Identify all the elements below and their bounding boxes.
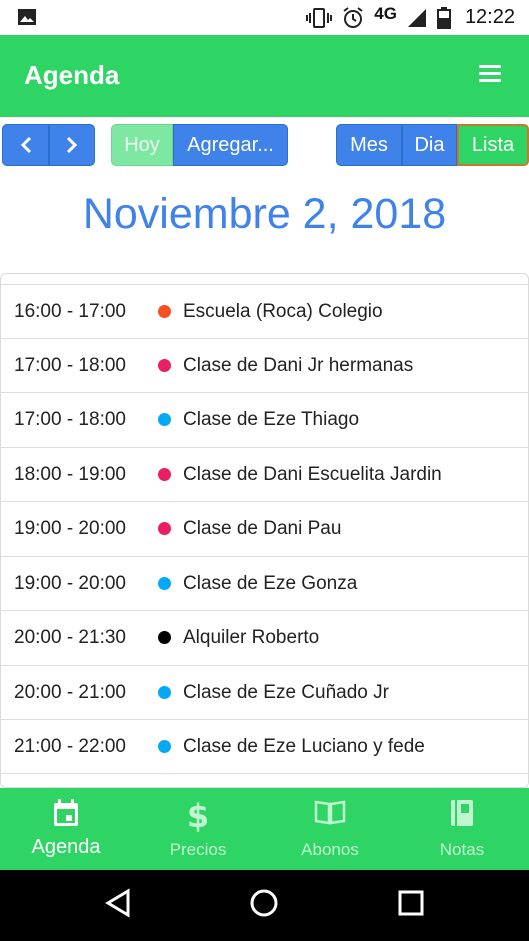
nav-abonos[interactable]: Abonos	[264, 788, 396, 870]
nav-agenda[interactable]: Agenda	[0, 788, 132, 870]
event-title: Clase de Eze Thiago	[183, 408, 360, 430]
prev-button[interactable]	[2, 124, 49, 166]
status-bar: 4G 12:22	[0, 0, 529, 35]
chevron-left-icon	[20, 136, 31, 154]
event-time: 17:00 - 18:00	[14, 408, 126, 430]
today-button[interactable]: Hoy	[111, 124, 173, 166]
list-item[interactable]: 18:00 - 19:00 Clase de Dani Escuelita Ja…	[1, 447, 528, 501]
event-dot	[158, 468, 171, 481]
event-title: Alquiler Roberto	[183, 626, 320, 648]
nav-notas[interactable]: Notas	[396, 788, 528, 870]
event-dot	[158, 305, 171, 318]
event-dot	[158, 522, 171, 535]
list-item[interactable]: 16:00 - 17:00 Escuela (Roca) Colegio	[1, 284, 528, 338]
event-title: Clase de Eze Luciano y fede	[183, 735, 425, 757]
notebook-icon	[451, 800, 473, 826]
list-item[interactable]: 20:00 - 21:30 Alquiler Roberto	[1, 610, 528, 664]
event-title: Clase de Eze Cuñado Jr	[183, 681, 389, 703]
nav-label: Notas	[439, 840, 485, 859]
event-dot	[158, 686, 171, 699]
event-title: Clase de Dani Pau	[183, 517, 342, 539]
view-month-button[interactable]: Mes	[336, 124, 402, 166]
alarm-icon	[343, 6, 363, 28]
network-type: 4G	[374, 3, 397, 23]
view-day-button[interactable]: Dia	[402, 124, 457, 166]
event-dot	[158, 631, 171, 644]
clock: 12:22	[464, 6, 515, 28]
event-time: 17:00 - 18:00	[14, 354, 126, 376]
list-item[interactable]: 21:00 - 22:00 Clase de Eze Luciano y fed…	[1, 719, 528, 773]
event-list: 16:00 - 17:00 Escuela (Roca) Colegio 17:…	[0, 273, 529, 788]
calendar-icon	[54, 799, 78, 826]
svg-text:$: $	[187, 798, 209, 832]
list-item[interactable]: 17:00 - 18:00 Clase de Eze Thiago	[1, 392, 528, 446]
event-time: 19:00 - 20:00	[14, 572, 126, 594]
book-open-icon	[314, 800, 346, 825]
event-dot	[158, 359, 171, 372]
event-time: 18:00 - 19:00	[14, 463, 126, 485]
event-time: 20:00 - 21:00	[14, 681, 126, 703]
nav-label: Abonos	[301, 840, 359, 859]
home-icon[interactable]	[249, 888, 279, 918]
nav-label: Precios	[169, 840, 227, 859]
vibrate-icon	[306, 7, 333, 28]
bottom-nav: Agenda $ Precios Abonos Notas	[0, 788, 529, 870]
signal-icon	[407, 8, 426, 27]
event-time: 21:00 - 22:00	[14, 735, 126, 757]
list-item[interactable]: 19:00 - 20:00 Clase de Dani Pau	[1, 501, 528, 555]
screen: 4G 12:22 Agenda Hoy Agregar... Mes Dia L…	[0, 0, 529, 941]
add-button[interactable]: Agregar...	[173, 124, 288, 166]
event-title: Escuela (Roca) Colegio	[183, 300, 383, 322]
recents-icon[interactable]	[397, 888, 425, 918]
event-time: 16:00 - 17:00	[14, 300, 126, 322]
view-list-button[interactable]: Lista	[457, 124, 529, 166]
list-item	[1, 773, 528, 787]
date-title: Noviembre 2, 2018	[82, 190, 447, 238]
system-nav-bar	[0, 870, 529, 941]
menu-button[interactable]	[479, 65, 501, 85]
app-bar: Agenda	[0, 35, 529, 117]
list-item[interactable]: 19:00 - 20:00 Clase de Eze Gonza	[1, 556, 528, 610]
battery-icon	[436, 6, 451, 29]
event-dot	[158, 577, 171, 590]
nav-precios[interactable]: $ Precios	[132, 788, 264, 870]
list-item[interactable]: 17:00 - 18:00 Clase de Dani Jr hermanas	[1, 338, 528, 392]
event-time: 19:00 - 20:00	[14, 517, 126, 539]
event-title: Clase de Dani Jr hermanas	[183, 354, 414, 376]
nav-label: Agenda	[31, 836, 101, 858]
event-title: Clase de Dani Escuelita Jardin	[183, 463, 442, 485]
dollar-icon: $	[187, 798, 209, 832]
event-dot	[158, 740, 171, 753]
menu-icon	[479, 65, 501, 68]
event-title: Clase de Eze Gonza	[183, 572, 358, 594]
list-item[interactable]: 20:00 - 21:00 Clase de Eze Cuñado Jr	[1, 665, 528, 719]
event-dot	[158, 413, 171, 426]
next-button[interactable]	[49, 124, 95, 166]
chevron-right-icon	[66, 136, 78, 154]
image-icon	[18, 9, 36, 25]
app-title: Agenda	[24, 60, 120, 90]
back-icon[interactable]	[104, 888, 132, 918]
event-time: 20:00 - 21:30	[14, 626, 126, 648]
